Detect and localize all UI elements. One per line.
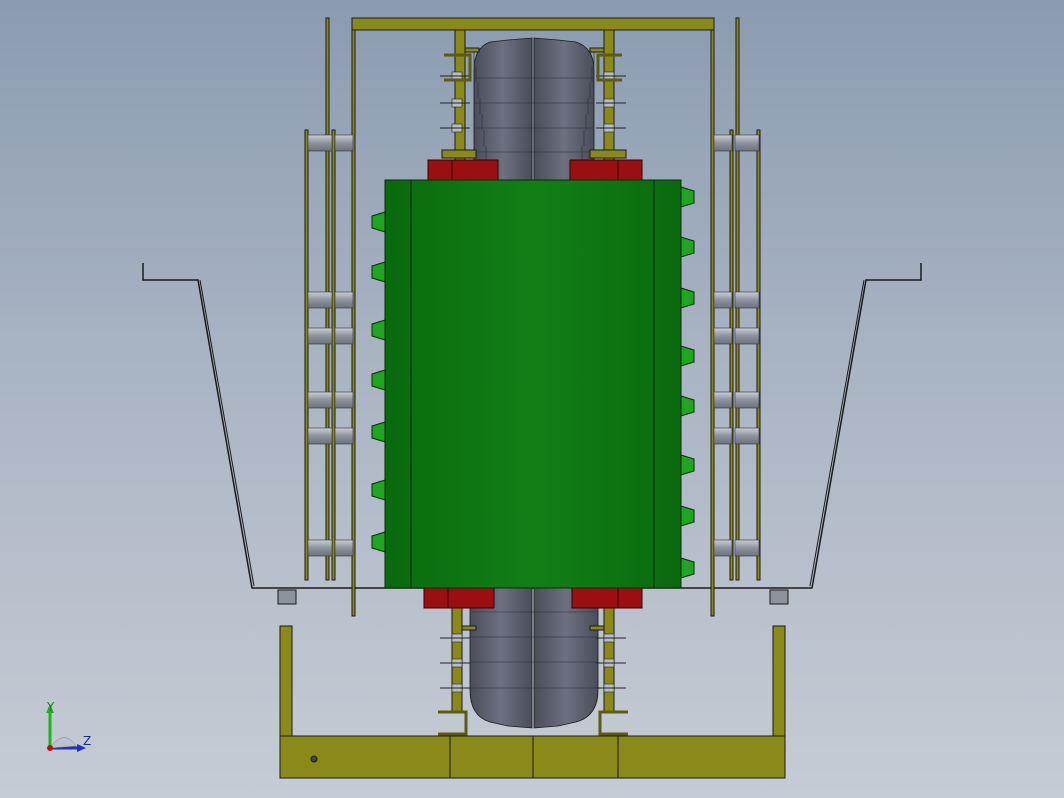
spacer — [734, 427, 760, 445]
clamp-arm — [589, 47, 605, 53]
cooling-tooth — [680, 395, 695, 417]
spacer — [334, 134, 354, 152]
channel-bracket — [438, 710, 468, 736]
cooling-tooth — [680, 454, 695, 476]
spacer — [334, 391, 354, 409]
spacer — [307, 427, 333, 445]
cooling-tooth — [371, 319, 386, 341]
clamp-arm — [464, 47, 480, 53]
spacer — [734, 391, 760, 409]
clamp-post — [454, 29, 466, 161]
spacer — [713, 539, 733, 557]
spacer — [734, 134, 760, 152]
cooling-tooth — [680, 236, 695, 258]
cad-viewport[interactable]: Y Z — [0, 0, 1064, 798]
spacer — [713, 427, 733, 445]
spacer — [713, 327, 733, 345]
channel-bracket — [589, 149, 627, 159]
cooling-tooth — [680, 186, 695, 208]
cooling-tooth — [680, 557, 695, 579]
spacer — [334, 427, 354, 445]
cad-drawing: Y Z — [46, 17, 922, 779]
cooling-tooth — [371, 421, 386, 443]
spacer — [334, 291, 354, 309]
base-frame — [277, 589, 789, 779]
spacer — [334, 327, 354, 345]
cooling-tooth — [371, 479, 386, 501]
core-bottom — [469, 587, 599, 729]
axis-triad: Y Z — [46, 700, 91, 752]
spacer — [734, 539, 760, 557]
cooling-tooth — [371, 261, 386, 283]
spacer — [713, 391, 733, 409]
cooling-tooth — [680, 287, 695, 309]
cooling-tooth — [371, 369, 386, 391]
coil-winding — [384, 179, 682, 589]
clamp-arm — [461, 625, 477, 631]
clamp-arm — [589, 625, 605, 631]
channel-bracket — [598, 710, 628, 736]
spacer — [734, 327, 760, 345]
spacer — [307, 539, 333, 557]
core-top — [473, 37, 595, 181]
spacer — [307, 134, 333, 152]
spacer — [307, 291, 333, 309]
axis-z-label: Z — [83, 734, 91, 748]
spacer — [734, 291, 760, 309]
channel-bracket — [441, 149, 477, 159]
cooling-tooth — [371, 211, 386, 233]
axis-y-label: Y — [46, 700, 55, 714]
cooling-tooth — [680, 505, 695, 527]
cooling-tooth — [371, 531, 386, 553]
clamp-post — [603, 29, 615, 161]
spacer — [713, 134, 733, 152]
spacer — [713, 291, 733, 309]
spacer — [307, 327, 333, 345]
spacer — [307, 391, 333, 409]
cooling-tooth — [680, 345, 695, 367]
spacer — [334, 539, 354, 557]
